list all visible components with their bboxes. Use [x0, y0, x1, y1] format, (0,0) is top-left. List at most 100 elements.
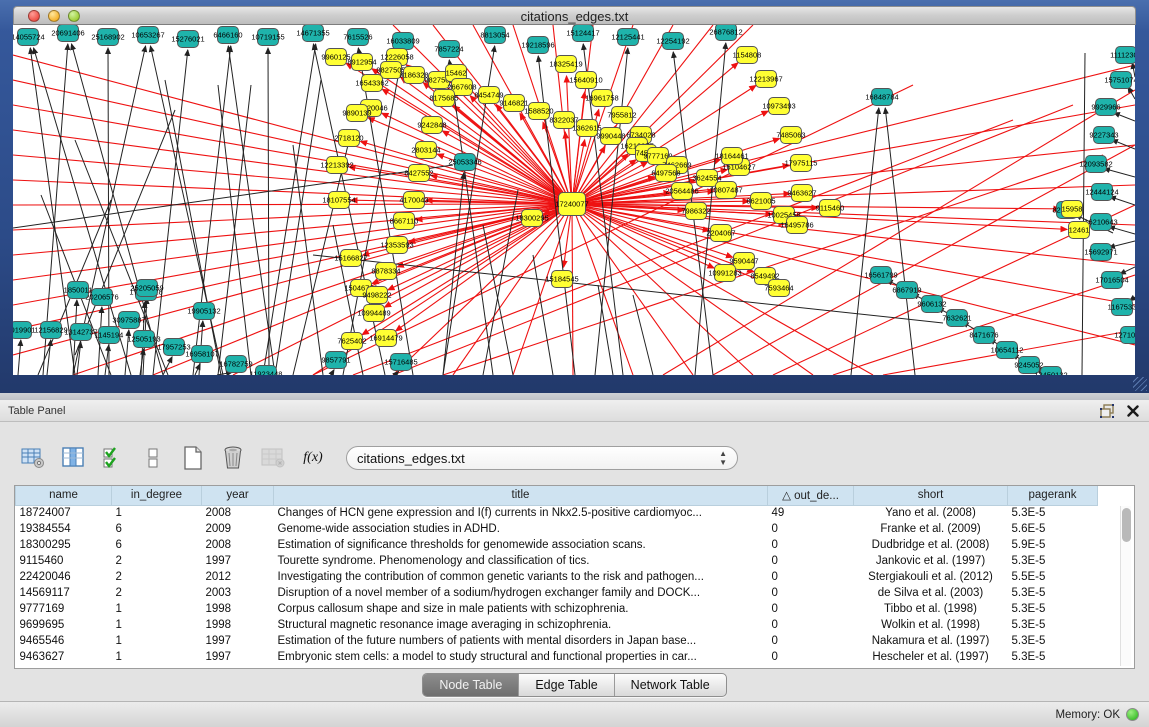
column-header-year[interactable]: year — [202, 486, 274, 505]
column-header-title[interactable]: title — [274, 486, 768, 505]
graph-node[interactable]: 17975115 — [785, 155, 818, 172]
graph-node[interactable]: 9463627 — [787, 185, 816, 202]
graph-node[interactable]: 8621005 — [746, 193, 775, 210]
graph-node[interactable]: 9115460 — [816, 200, 845, 217]
function-builder-icon[interactable]: f(x) — [300, 445, 326, 471]
table-scrollbar-thumb[interactable] — [1122, 508, 1131, 542]
panel-divider[interactable]: ▴ — [0, 393, 1149, 400]
graph-node[interactable]: 7485063 — [776, 127, 805, 144]
table-row[interactable]: 969969511998Structural magnetic resonanc… — [16, 617, 1098, 633]
graph-node[interactable]: 7986322 — [681, 203, 710, 220]
graph-node[interactable]: 2803144 — [411, 142, 440, 159]
graph-node[interactable]: 16848784 — [865, 89, 898, 106]
graph-node[interactable]: 8427552 — [404, 165, 433, 182]
graph-node[interactable]: 9242848 — [417, 117, 446, 134]
tab-edge-table[interactable]: Edge Table — [519, 674, 614, 696]
graph-node[interactable]: 14055724 — [13, 29, 45, 46]
table-selector-dropdown[interactable]: citations_edges.txt ▲▼ — [346, 446, 738, 470]
graph-node[interactable]: 15692971 — [1084, 244, 1117, 261]
column-header-in_degree[interactable]: in_degree — [112, 486, 202, 505]
graph-node[interactable]: 7593464 — [764, 280, 793, 297]
graph-node[interactable]: 15958 — [1062, 201, 1083, 218]
graph-node[interactable]: 9929966 — [1091, 99, 1120, 116]
graph-node[interactable]: 9960125 — [321, 49, 350, 66]
graph-node[interactable]: 7615526 — [343, 29, 372, 46]
graph-node[interactable]: 16561799 — [864, 267, 897, 284]
table-mode-icon[interactable] — [20, 445, 46, 471]
graph-node[interactable]: 19218596 — [521, 37, 554, 54]
graph-node[interactable]: 10719155 — [251, 29, 284, 46]
column-header-short[interactable]: short — [854, 486, 1008, 505]
graph-node[interactable]: 1154808 — [733, 47, 762, 64]
node-table[interactable]: namein_degreeyeartitle△ out_de...shortpa… — [14, 485, 1135, 669]
graph-node[interactable]: 9227343 — [1089, 127, 1118, 144]
graph-node[interactable]: 25053346 — [448, 154, 481, 171]
graph-node[interactable]: 7625402 — [337, 333, 366, 350]
column-header-pagerank[interactable]: pagerank — [1008, 486, 1098, 505]
graph-node[interactable]: 20691406 — [51, 25, 84, 42]
window-resize-grip[interactable] — [1133, 377, 1147, 391]
graph-node[interactable]: 16782759 — [219, 356, 252, 373]
graph-node[interactable]: 7857224 — [434, 41, 463, 58]
graph-node[interactable]: 26876812 — [709, 25, 742, 41]
delete-column-icon[interactable] — [220, 445, 246, 471]
memory-indicator-icon[interactable] — [1126, 708, 1139, 721]
graph-node[interactable]: 9890139 — [342, 105, 371, 122]
table-row[interactable]: 2242004622012Investigating the contribut… — [16, 569, 1098, 585]
graph-node[interactable]: 6466160 — [213, 27, 242, 44]
graph-node[interactable]: 10653267 — [131, 27, 164, 44]
table-row[interactable]: 1872400712008Changes of HCN gene express… — [16, 505, 1098, 521]
graph-node[interactable]: 15166827 — [334, 250, 367, 267]
float-panel-icon[interactable] — [1099, 403, 1115, 419]
graph-node[interactable]: 4170043 — [399, 192, 428, 209]
table-row[interactable]: 1938455462009Genome-wide association stu… — [16, 521, 1098, 537]
graph-node[interactable]: 2204067 — [706, 225, 735, 242]
graph-node[interactable]: 7632621 — [942, 310, 971, 327]
graph-node[interactable]: 12254192 — [656, 33, 689, 50]
create-column-icon[interactable] — [180, 445, 206, 471]
tab-node-table[interactable]: Node Table — [423, 674, 519, 696]
graph-node[interactable]: 15184545 — [545, 271, 578, 288]
graph-node[interactable]: 1145194 — [95, 327, 124, 344]
graph-node[interactable]: 18325419 — [549, 56, 582, 73]
graph-node[interactable]: 10654112 — [991, 342, 1024, 359]
table-scrollbar[interactable] — [1120, 506, 1131, 666]
graph-node[interactable]: 13142737 — [64, 324, 97, 341]
graph-node[interactable]: 15751074 — [1104, 72, 1135, 89]
table-row[interactable]: 1830029562008Estimation of significance … — [16, 537, 1098, 553]
graph-node[interactable]: 8175685 — [429, 90, 458, 107]
tab-network-table[interactable]: Network Table — [615, 674, 726, 696]
graph-node[interactable]: 12353593 — [380, 237, 413, 254]
graph-node[interactable]: 15640910 — [569, 72, 602, 89]
graph-node[interactable]: 11112304 — [1110, 47, 1135, 64]
graph-node[interactable]: 1850011 — [64, 282, 93, 299]
table-row[interactable]: 946554611997Estimation of the future num… — [16, 633, 1098, 649]
graph-node[interactable]: 9857791 — [321, 352, 350, 369]
graph-node[interactable]: 8912954 — [347, 54, 376, 71]
table-row[interactable]: 946362711997Embryonic stem cells: a mode… — [16, 649, 1098, 665]
graph-node[interactable]: 8813054 — [480, 27, 509, 44]
graph-node[interactable]: 15124417 — [566, 25, 599, 42]
graph-node[interactable]: 8667110 — [390, 213, 419, 230]
graph-node[interactable]: 12461 — [1069, 222, 1090, 239]
table-row[interactable]: 911546021997Tourette syndrome. Phenomeno… — [16, 553, 1098, 569]
graph-node[interactable]: 12213967 — [749, 71, 782, 88]
network-canvas[interactable]: 14055724 20691406 25168902 10653267 15276021… — [13, 25, 1135, 375]
graph-node[interactable]: 30975887 — [112, 312, 145, 329]
show-columns-icon[interactable] — [60, 445, 86, 471]
graph-node[interactable]: 9606132 — [917, 296, 946, 313]
column-header-name[interactable]: name — [16, 486, 112, 505]
graph-node[interactable]: 11923448 — [250, 366, 283, 376]
graph-node[interactable]: 8471676 — [969, 327, 998, 344]
graph-node[interactable]: 17240077 — [555, 193, 588, 216]
graph-node[interactable]: 15276021 — [171, 31, 204, 48]
unselect-all-columns-icon[interactable] — [140, 445, 166, 471]
graph-node[interactable]: 12125441 — [611, 29, 644, 46]
graph-node[interactable]: 8878334 — [371, 263, 400, 280]
graph-node[interactable]: 3919901 — [13, 322, 36, 339]
close-panel-icon[interactable] — [1125, 403, 1141, 419]
delete-table-icon[interactable] — [260, 445, 286, 471]
graph-node[interactable]: 25168902 — [91, 29, 124, 46]
select-all-columns-icon[interactable] — [100, 445, 126, 471]
graph-node[interactable]: 2718120 — [334, 130, 363, 147]
